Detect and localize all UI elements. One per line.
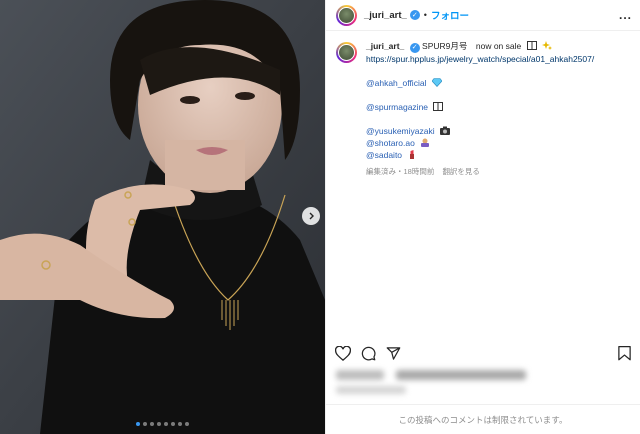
- post-panel: _juri_art_ ✓ • フォロー ... _juri_art_ ✓ SPU…: [325, 0, 640, 434]
- mention-link[interactable]: @sadaito: [366, 150, 402, 160]
- post-image[interactable]: [0, 0, 325, 434]
- hairdresser-icon: [421, 138, 430, 147]
- comment-icon[interactable]: [361, 346, 376, 361]
- share-icon[interactable]: [386, 346, 401, 361]
- edited-timestamp: 編集済み・18時間前: [366, 167, 435, 176]
- carousel-next-button[interactable]: [302, 207, 320, 225]
- translate-link[interactable]: 翻訳を見る: [442, 167, 480, 176]
- bookmark-icon[interactable]: [618, 345, 631, 361]
- carousel-dot: [171, 422, 175, 426]
- carousel-dot: [178, 422, 182, 426]
- post-header: _juri_art_ ✓ • フォロー: [326, 0, 640, 31]
- sparkles-icon: [542, 41, 552, 50]
- carousel-dot: [164, 422, 168, 426]
- more-icon[interactable]: ...: [619, 8, 632, 22]
- likes-summary-blurred: [336, 370, 586, 384]
- carousel-indicator: [0, 422, 325, 426]
- caption-avatar[interactable]: [336, 42, 357, 63]
- caption-url[interactable]: https://spur.hpplus.jp/jewelry_watch/spe…: [366, 54, 594, 64]
- comments-restricted-notice: この投稿へのコメントは制限されています。: [326, 404, 640, 434]
- book-icon: [433, 102, 444, 111]
- camera-icon: [440, 126, 450, 135]
- follow-button[interactable]: フォロー: [431, 8, 469, 22]
- carousel-dot: [136, 422, 140, 426]
- verified-icon: ✓: [409, 43, 420, 53]
- username-link[interactable]: _juri_art_: [364, 10, 407, 21]
- lipstick-icon: [410, 150, 415, 159]
- carousel-dot: [150, 422, 154, 426]
- book-icon: [526, 41, 537, 50]
- separator: •: [423, 10, 427, 20]
- date-blurred: [336, 386, 406, 394]
- portrait-photo: [0, 0, 325, 434]
- mention-link[interactable]: @yusukemiyazaki: [366, 126, 435, 136]
- caption: _juri_art_ ✓ SPUR9月号 now on sale https:/…: [336, 40, 634, 178]
- carousel-dot: [143, 422, 147, 426]
- heart-icon[interactable]: [335, 345, 351, 361]
- action-bar: [335, 343, 631, 363]
- carousel-dot: [185, 422, 189, 426]
- avatar[interactable]: [336, 4, 357, 26]
- mention-link[interactable]: @ahkah_official: [366, 78, 426, 88]
- chevron-right-icon: [309, 212, 314, 220]
- carousel-dot: [157, 422, 161, 426]
- mention-link[interactable]: @spurmagazine: [366, 102, 428, 112]
- mention-link[interactable]: @shotaro.ao: [366, 138, 415, 148]
- gem-icon: [431, 78, 442, 87]
- verified-icon: ✓: [409, 10, 420, 20]
- caption-line1: SPUR9月号 now on sale: [422, 41, 522, 51]
- caption-username[interactable]: _juri_art_: [366, 41, 404, 51]
